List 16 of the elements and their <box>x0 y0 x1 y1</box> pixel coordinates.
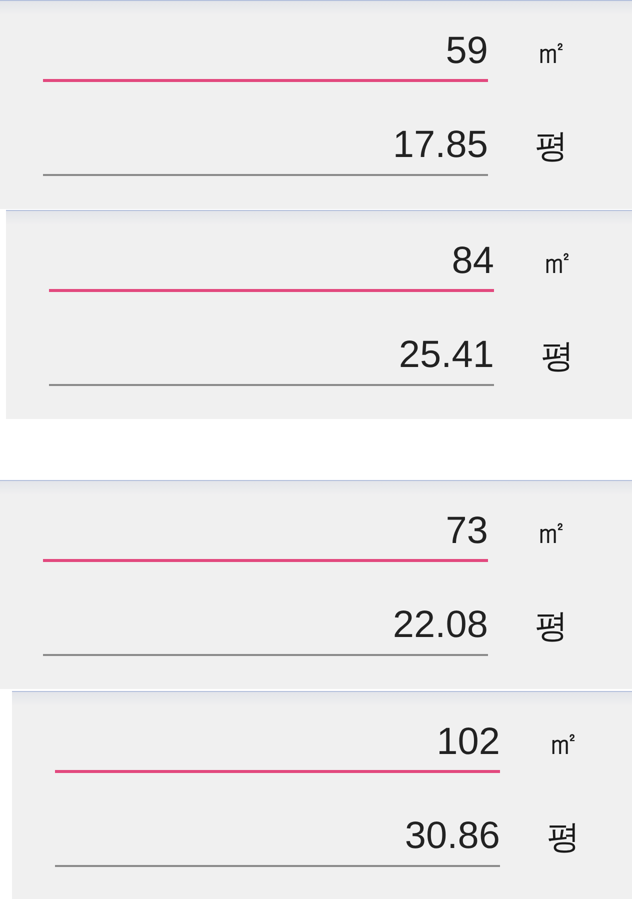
unit-label: 평 <box>541 334 574 376</box>
unit-label: 평 <box>547 816 580 858</box>
unit-label: ㎡ <box>541 240 574 282</box>
input-field[interactable]: 84 <box>49 239 494 292</box>
unit-label: 평 <box>535 604 568 646</box>
unit-label: ㎡ <box>535 510 568 552</box>
unit-label: ㎡ <box>547 722 580 764</box>
unit-label: ㎡ <box>535 30 568 72</box>
unit-label: 평 <box>535 124 568 166</box>
input-field[interactable]: 73 <box>43 509 488 562</box>
input-field[interactable]: 59 <box>43 29 488 82</box>
input-field[interactable]: 30.86 <box>55 814 500 867</box>
input-field[interactable]: 102 <box>55 720 500 773</box>
input-field[interactable]: 17.85 <box>43 123 488 176</box>
input-field[interactable]: 22.08 <box>43 603 488 656</box>
input-field[interactable]: 25.41 <box>49 333 494 386</box>
